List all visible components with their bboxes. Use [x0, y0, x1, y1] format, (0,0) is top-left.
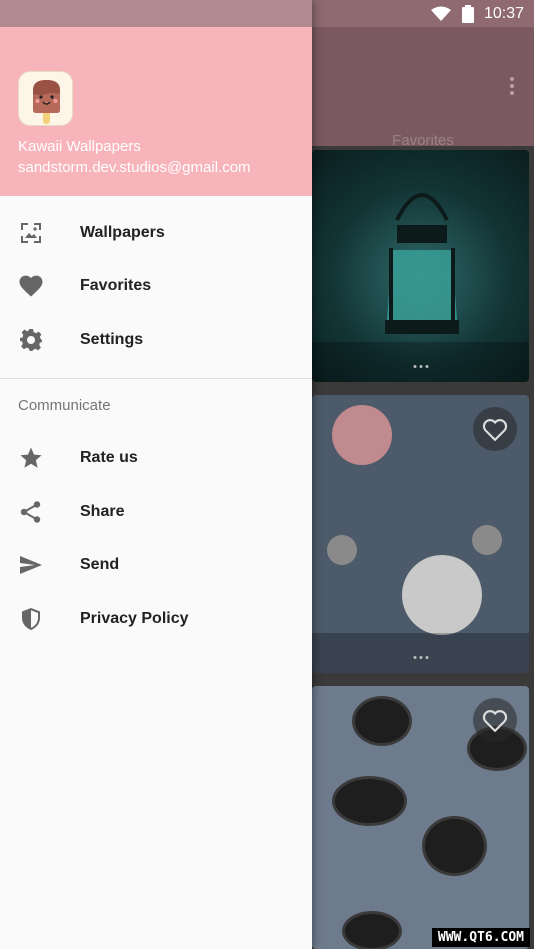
- app-logo: [18, 71, 73, 126]
- overflow-menu-icon[interactable]: [510, 77, 514, 98]
- menu-item-rate-us[interactable]: Rate us: [0, 432, 312, 486]
- wifi-icon: [430, 6, 451, 21]
- menu-item-privacy-policy[interactable]: Privacy Policy: [0, 592, 312, 646]
- favorite-heart-button[interactable]: [473, 698, 517, 742]
- more-icon[interactable]: [413, 656, 428, 659]
- more-icon[interactable]: [413, 365, 428, 368]
- menu-item-share[interactable]: Share: [0, 485, 312, 539]
- menu-item-label: Privacy Policy: [80, 609, 189, 627]
- menu-item-label: Share: [80, 502, 125, 520]
- section-title-communicate: Communicate: [18, 396, 111, 414]
- drawer-header: Kawaii Wallpapers sandstorm.dev.studios@…: [0, 27, 312, 196]
- gear-icon: [19, 328, 43, 352]
- menu-item-settings[interactable]: Settings: [0, 313, 312, 367]
- main-menu: Wallpapers Favorites Settings: [0, 196, 312, 367]
- menu-item-favorites[interactable]: Favorites: [0, 260, 312, 314]
- share-icon: [19, 500, 43, 524]
- status-bar: 10:37: [430, 0, 524, 27]
- watermark: WWW.QT6.COM: [431, 928, 530, 947]
- heart-icon: [19, 274, 43, 298]
- wallpaper-icon: [19, 221, 43, 245]
- menu-item-send[interactable]: Send: [0, 539, 312, 593]
- communicate-menu: Rate us Share Send Privacy Policy: [0, 432, 312, 646]
- status-time: 10:37: [483, 4, 524, 22]
- app-name: Kawaii Wallpapers: [18, 138, 141, 155]
- wallpaper-card[interactable]: [312, 395, 529, 673]
- heart-outline-icon: [482, 419, 508, 441]
- menu-item-label: Send: [80, 556, 120, 574]
- tab-favorites[interactable]: Favorites: [312, 132, 534, 149]
- shield-icon: [19, 607, 43, 631]
- wallpaper-card[interactable]: [312, 150, 529, 382]
- menu-item-wallpapers[interactable]: Wallpapers: [0, 206, 312, 260]
- menu-item-label: Favorites: [80, 277, 152, 295]
- menu-item-label: Wallpapers: [80, 223, 165, 241]
- navigation-drawer: Kawaii Wallpapers sandstorm.dev.studios@…: [0, 0, 312, 949]
- star-icon: [19, 446, 43, 470]
- send-icon: [19, 553, 43, 577]
- menu-item-label: Rate us: [80, 449, 138, 467]
- heart-outline-icon: [482, 710, 508, 732]
- menu-item-label: Settings: [80, 330, 144, 348]
- battery-icon: [461, 4, 474, 23]
- wallpaper-card[interactable]: [312, 686, 529, 949]
- lantern-image: [385, 193, 459, 334]
- favorite-heart-button[interactable]: [473, 407, 517, 451]
- developer-email: sandstorm.dev.studios@gmail.com: [18, 159, 251, 176]
